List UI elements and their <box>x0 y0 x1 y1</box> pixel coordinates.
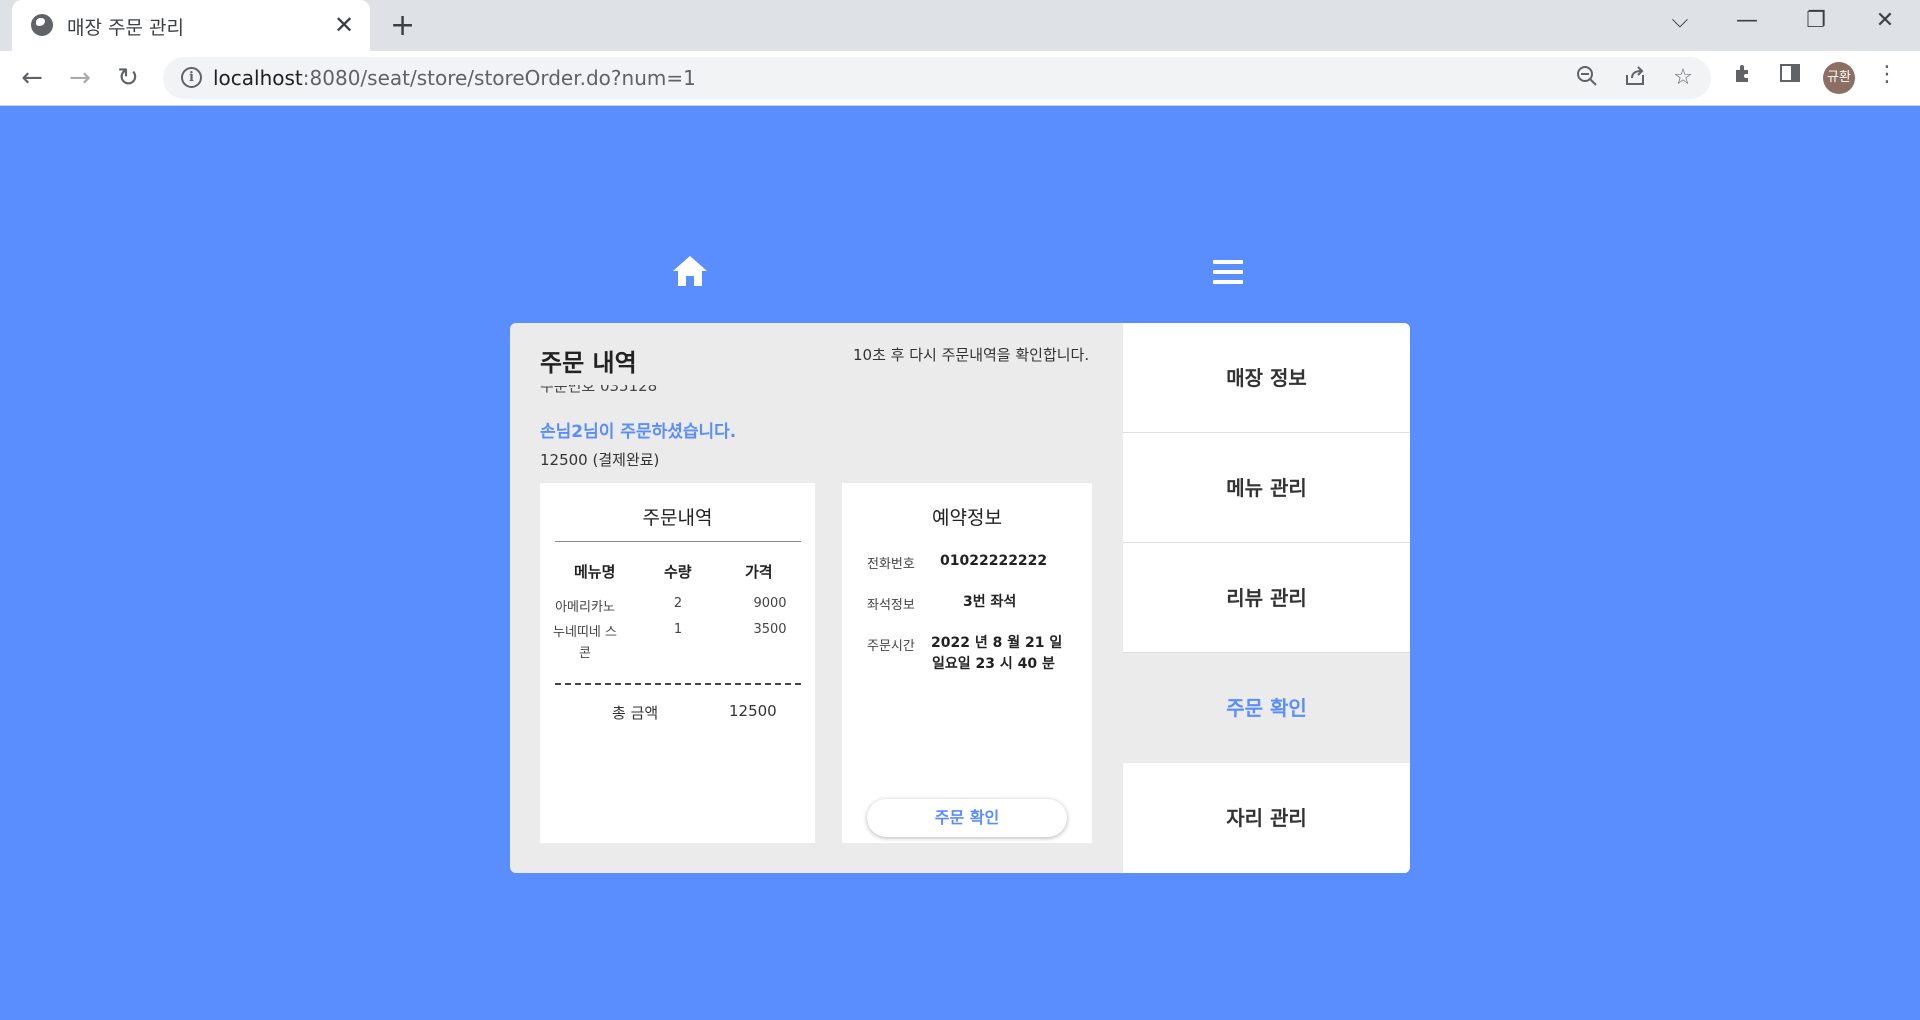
back-button[interactable]: ← <box>14 62 50 94</box>
store-card: 주문 내역 10초 후 다시 주문내역을 확인합니다. 주문번호 035128 … <box>510 323 1410 873</box>
receipt-title: 주문내역 <box>642 507 713 529</box>
address-bar[interactable]: i localhost:8080/seat/store/storeOrder.d… <box>163 57 1711 99</box>
side-menu-order-check[interactable]: 주문 확인 <box>1123 653 1410 763</box>
forward-button[interactable]: → <box>62 62 98 94</box>
total-label: 총 금액 <box>612 704 659 722</box>
new-tab-button[interactable]: + <box>390 8 415 43</box>
tab-strip: 매장 주문 관리 ✕ + ⌵ — ❐ ✕ <box>0 0 1920 51</box>
browser-toolbar: ← → ↻ i localhost:8080/seat/store/storeO… <box>0 51 1920 106</box>
row-1-price: 9000 <box>753 596 787 611</box>
reload-button[interactable]: ↻ <box>110 62 146 94</box>
row-2-price: 3500 <box>753 622 787 637</box>
row-2-qty: 1 <box>673 622 683 637</box>
dashed-divider <box>555 683 801 685</box>
url-path: :8080/seat/store/storeOrder.do?num=1 <box>302 66 696 90</box>
phone-value: 01022222222 <box>940 553 1048 569</box>
total-value: 12500 <box>729 702 777 720</box>
side-menu-store-info[interactable]: 매장 정보 <box>1123 323 1410 433</box>
time-label: 주문시간 <box>867 639 915 654</box>
column-header-price: 가격 <box>745 563 773 581</box>
browser-tab[interactable]: 매장 주문 관리 ✕ <box>12 0 370 51</box>
side-menu-menu-management[interactable]: 메뉴 관리 <box>1123 433 1410 543</box>
payment-status: 12500 (결제완료) <box>540 451 660 469</box>
close-tab-icon[interactable]: ✕ <box>334 11 354 39</box>
row-1-name: 아메리카노 <box>555 600 615 615</box>
customer-message: 손님2님이 주문하셨습니다. <box>540 422 737 442</box>
side-menu: 매장 정보 메뉴 관리 리뷰 관리 주문 확인 자리 관리 <box>1123 323 1410 873</box>
star-icon[interactable]: ☆ <box>1669 65 1697 90</box>
row-2-name: 누네띠네 스콘 <box>553 625 617 661</box>
column-header-menu: 메뉴명 <box>574 563 616 581</box>
time-value-date: 2022 년 8 월 21 일 <box>931 635 1063 651</box>
info-icon[interactable]: i <box>181 67 202 88</box>
time-value-time: 일요일 23 시 40 분 <box>932 656 1055 672</box>
phone-label: 전화번호 <box>867 557 915 572</box>
hamburger-menu-icon[interactable] <box>1213 258 1243 290</box>
reservation-info: 예약정보 전화번호 01022222222 좌석정보 3번 좌석 주문시간 20… <box>842 483 1092 843</box>
restore-button[interactable]: ❐ <box>1796 8 1836 33</box>
order-panel: 주문 내역 10초 후 다시 주문내역을 확인합니다. 주문번호 035128 … <box>510 323 1123 873</box>
kebab-menu-icon[interactable]: ⋮ <box>1872 62 1902 87</box>
url-host: localhost <box>213 66 303 90</box>
order-receipt: 주문내역 메뉴명 수량 가격 아메리카노 2 9000 누네띠네 스콘 1 35… <box>540 483 815 843</box>
reservation-title: 예약정보 <box>932 507 1002 529</box>
extensions-icon[interactable] <box>1728 62 1758 90</box>
side-menu-review-management[interactable]: 리뷰 관리 <box>1123 543 1410 653</box>
order-number: 주문번호 035128 <box>540 385 657 393</box>
sidepanel-icon[interactable] <box>1775 62 1805 90</box>
seat-label: 좌석정보 <box>867 598 915 613</box>
close-window-button[interactable]: ✕ <box>1865 8 1905 33</box>
minimize-button[interactable]: — <box>1727 8 1767 33</box>
side-menu-seat-management[interactable]: 자리 관리 <box>1123 763 1410 873</box>
home-icon[interactable] <box>671 254 709 292</box>
row-1-qty: 2 <box>673 596 683 611</box>
refresh-note: 10초 후 다시 주문내역을 확인합니다. <box>853 346 1090 364</box>
page-title: 주문 내역 <box>540 349 637 377</box>
share-icon[interactable] <box>1621 65 1649 93</box>
zoom-out-icon[interactable] <box>1573 65 1601 93</box>
column-header-qty: 수량 <box>664 563 692 581</box>
seat-value: 3번 좌석 <box>963 594 1017 610</box>
order-confirm-button[interactable]: 주문 확인 <box>867 799 1067 837</box>
tab-title: 매장 주문 관리 <box>67 17 184 39</box>
divider <box>555 541 801 542</box>
url-text[interactable]: localhost:8080/seat/store/storeOrder.do?… <box>213 66 696 90</box>
tab-search-chevron-icon[interactable]: ⌵ <box>1660 8 1700 33</box>
globe-icon <box>31 14 53 36</box>
profile-avatar[interactable]: 규환 <box>1823 62 1855 94</box>
